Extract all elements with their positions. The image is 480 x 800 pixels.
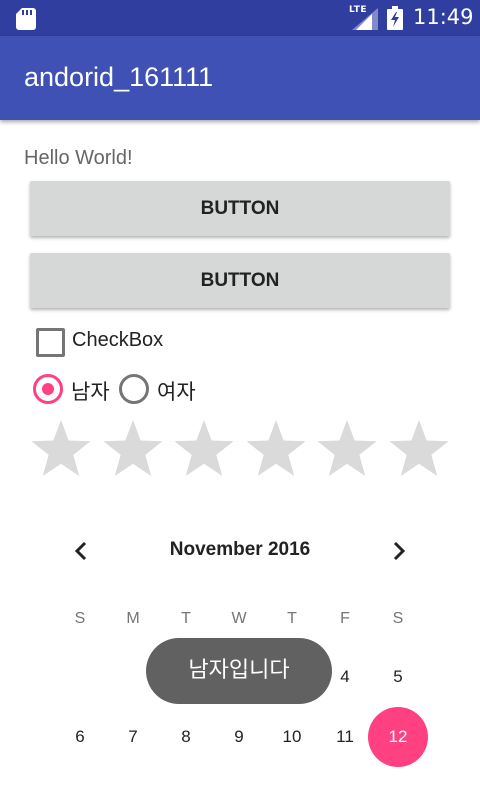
calendar-day[interactable]: 10: [272, 727, 312, 747]
rating-bar[interactable]: [30, 418, 450, 480]
app-title: andorid_161111: [24, 62, 214, 92]
radio-male[interactable]: 남자: [33, 374, 113, 406]
calendar-day[interactable]: 7: [113, 727, 153, 747]
checkbox[interactable]: CheckBox: [34, 326, 234, 358]
chevron-right-icon[interactable]: [390, 540, 408, 562]
calendar-day[interactable]: 8: [166, 727, 206, 747]
checkbox-box[interactable]: [36, 328, 65, 357]
hello-text: Hello World!: [24, 147, 133, 169]
signal-icon: [352, 8, 378, 30]
sd-card-icon: [16, 8, 36, 30]
star-icon[interactable]: [102, 418, 164, 480]
radio-button-checked[interactable]: [33, 374, 63, 404]
radio-male-label: 남자: [71, 380, 110, 404]
checkbox-label: CheckBox: [72, 329, 164, 351]
radio-female[interactable]: 여자: [119, 374, 199, 406]
star-icon[interactable]: [30, 418, 92, 480]
calendar-month-label: November 2016: [169, 539, 311, 560]
weekday-label: W: [231, 610, 247, 627]
battery-icon: [387, 6, 403, 30]
radio-dot: [42, 383, 54, 395]
weekday-label: T: [287, 610, 297, 627]
weekday-label: S: [74, 610, 86, 627]
toast-message: 남자입니다: [146, 638, 332, 704]
calendar-day[interactable]: 5: [378, 667, 418, 687]
button-2[interactable]: BUTTON: [30, 253, 450, 308]
weekday-label: M: [126, 610, 140, 627]
weekday-label: T: [181, 610, 191, 627]
app-bar: andorid_161111: [0, 36, 480, 120]
status-clock: 11:49: [413, 5, 474, 29]
button-1[interactable]: BUTTON: [30, 181, 450, 236]
star-icon[interactable]: [388, 418, 450, 480]
radio-female-label: 여자: [157, 380, 196, 404]
weekday-label: F: [340, 610, 350, 627]
star-icon[interactable]: [316, 418, 378, 480]
calendar-day-selected[interactable]: 12: [368, 707, 428, 767]
status-bar: LTE 11:49: [0, 0, 480, 36]
calendar-day[interactable]: 6: [60, 727, 100, 747]
star-icon[interactable]: [245, 418, 307, 480]
radio-button-unchecked[interactable]: [119, 374, 149, 404]
calendar-day[interactable]: 11: [325, 727, 365, 747]
weekday-label: S: [392, 610, 404, 627]
calendar-day[interactable]: 9: [219, 727, 259, 747]
star-icon[interactable]: [173, 418, 235, 480]
